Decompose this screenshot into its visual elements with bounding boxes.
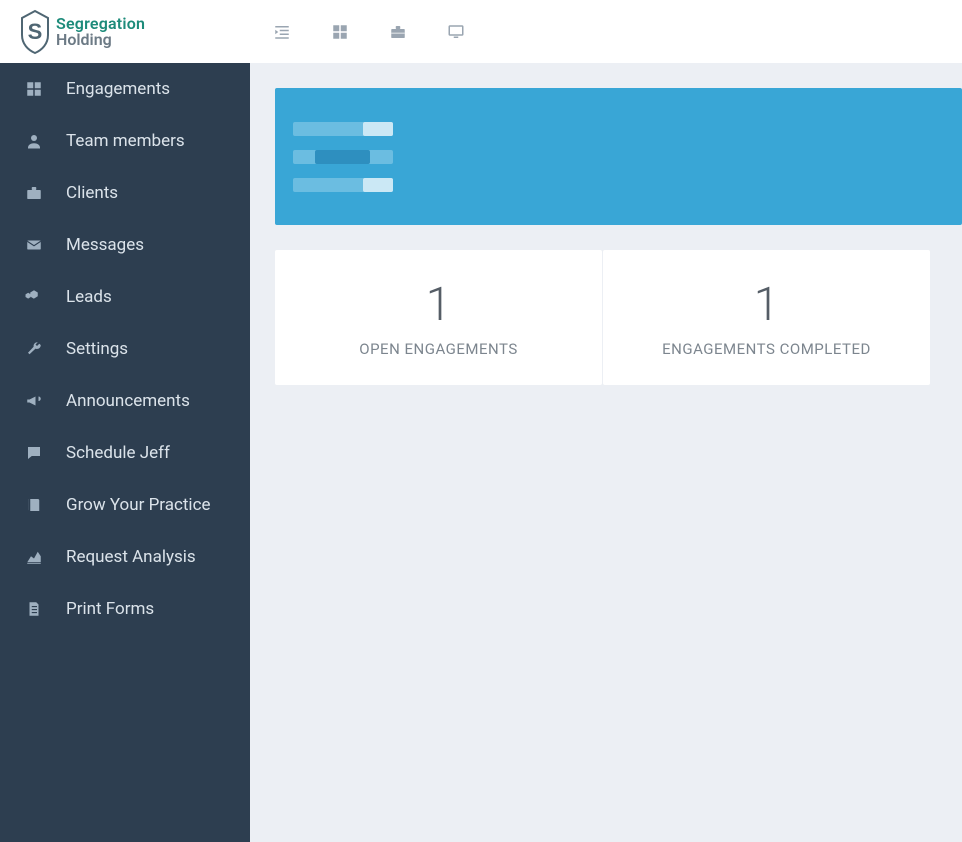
bullhorn-icon	[24, 391, 44, 411]
user-icon	[24, 131, 44, 151]
envelope-icon	[24, 235, 44, 255]
wrench-icon	[24, 339, 44, 359]
stat-engagements-completed: 1 ENGAGEMENTS COMPLETED	[603, 250, 930, 385]
logo[interactable]: S Segregation Holding	[18, 9, 145, 55]
sidebar-item-label: Settings	[66, 339, 128, 359]
topnav-grid-icon[interactable]	[330, 22, 350, 42]
sidebar: Engagements Team members Clients Message…	[0, 63, 250, 842]
stat-label: ENGAGEMENTS COMPLETED	[662, 340, 871, 358]
sidebar-item-engagements[interactable]: Engagements	[0, 63, 250, 115]
brand-name-secondary: Holding	[56, 32, 145, 48]
sidebar-item-label: Leads	[66, 287, 112, 307]
svg-text:S: S	[28, 19, 43, 44]
top-nav	[250, 22, 466, 42]
stat-value: 1	[754, 278, 780, 332]
sidebar-item-label: Announcements	[66, 391, 190, 411]
sidebar-item-label: Grow Your Practice	[66, 495, 210, 515]
sidebar-item-announcements[interactable]: Announcements	[0, 375, 250, 427]
server-bars-icon	[293, 122, 393, 192]
book-icon	[24, 495, 44, 515]
sidebar-item-print-forms[interactable]: Print Forms	[0, 583, 250, 635]
briefcase-icon	[24, 183, 44, 203]
topnav-briefcase-icon[interactable]	[388, 22, 408, 42]
stat-label: OPEN ENGAGEMENTS	[359, 340, 517, 358]
main-content: 1 OPEN ENGAGEMENTS 1 ENGAGEMENTS COMPLET…	[250, 63, 962, 842]
logo-mark-icon: S	[18, 9, 52, 55]
sidebar-item-messages[interactable]: Messages	[0, 219, 250, 271]
sidebar-item-label: Print Forms	[66, 599, 154, 619]
sidebar-item-clients[interactable]: Clients	[0, 167, 250, 219]
sidebar-item-label: Clients	[66, 183, 118, 203]
sidebar-item-settings[interactable]: Settings	[0, 323, 250, 375]
sidebar-item-label: Schedule Jeff	[66, 443, 170, 463]
hero-card	[275, 88, 962, 225]
sidebar-item-label: Request Analysis	[66, 547, 196, 567]
cubes-icon	[24, 287, 44, 307]
areachart-icon	[24, 547, 44, 567]
sidebar-item-grow-practice[interactable]: Grow Your Practice	[0, 479, 250, 531]
logo-area: S Segregation Holding	[0, 0, 250, 63]
document-icon	[24, 599, 44, 619]
sidebar-item-label: Team members	[66, 131, 185, 151]
stat-open-engagements: 1 OPEN ENGAGEMENTS	[275, 250, 602, 385]
sidebar-item-label: Messages	[66, 235, 144, 255]
sidebar-item-schedule-jeff[interactable]: Schedule Jeff	[0, 427, 250, 479]
sidebar-item-team-members[interactable]: Team members	[0, 115, 250, 167]
topnav-monitor-icon[interactable]	[446, 22, 466, 42]
comment-icon	[24, 443, 44, 463]
topnav-outdent-icon[interactable]	[272, 22, 292, 42]
stat-value: 1	[426, 278, 452, 332]
header: S Segregation Holding	[0, 0, 962, 63]
sidebar-item-leads[interactable]: Leads	[0, 271, 250, 323]
stats-row: 1 OPEN ENGAGEMENTS 1 ENGAGEMENTS COMPLET…	[275, 250, 930, 385]
sidebar-item-label: Engagements	[66, 79, 170, 99]
sidebar-item-request-analysis[interactable]: Request Analysis	[0, 531, 250, 583]
grid-icon	[24, 79, 44, 99]
